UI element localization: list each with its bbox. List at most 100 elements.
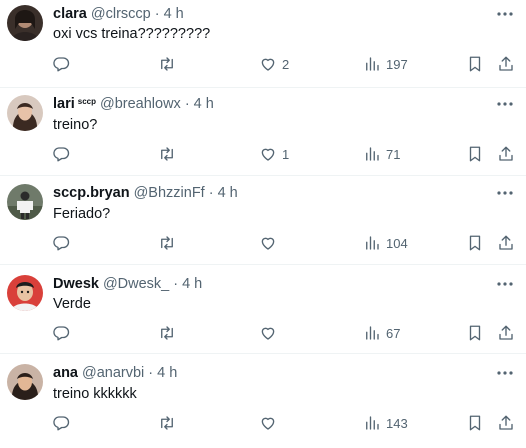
tweet-5[interactable]: ana @anarvbi · 4 h treino kkkkkk 143 <box>0 354 526 448</box>
tweet-2[interactable]: lari sccp @breahlowx · 4 h treino? 1 71 <box>0 88 526 176</box>
user-handle[interactable]: @Dwesk_ <box>103 276 169 292</box>
heart-icon <box>261 327 275 340</box>
display-name[interactable]: Dwesk <box>53 276 99 292</box>
heart-icon <box>261 58 275 71</box>
heart-icon <box>261 237 275 250</box>
share-button[interactable] <box>497 143 515 165</box>
timestamp[interactable]: 4 h <box>157 365 177 381</box>
bookmark-button[interactable] <box>466 53 484 75</box>
tweet-4[interactable]: Dwesk @Dwesk_ · 4 h Verde 67 <box>0 265 526 354</box>
view-count: 197 <box>386 56 408 72</box>
retweet-button[interactable] <box>158 143 176 165</box>
like-count: 2 <box>282 56 290 72</box>
views-icon <box>366 236 379 250</box>
tweet-text: Verde <box>53 296 91 312</box>
user-handle[interactable]: @BhzzinFf <box>134 185 205 201</box>
timestamp[interactable]: 4 h <box>164 6 184 22</box>
retweet-button[interactable] <box>158 412 176 434</box>
reply-icon <box>53 416 70 431</box>
like-button[interactable]: 1 <box>259 143 289 165</box>
tweet-header: ana @anarvbi · 4 h <box>53 363 177 383</box>
tweet-1[interactable]: clara @clrsccp · 4 h oxi vcs treina?????… <box>0 0 526 88</box>
like-button[interactable] <box>259 232 282 254</box>
tweet-header: Dwesk @Dwesk_ · 4 h <box>53 274 202 294</box>
views-button[interactable]: 104 <box>363 232 408 254</box>
views-icon <box>366 147 379 161</box>
tweet-text: treino? <box>53 117 98 133</box>
bookmark-button[interactable] <box>466 232 484 254</box>
bookmark-icon <box>469 235 481 251</box>
avatar[interactable] <box>7 95 43 131</box>
bookmark-icon <box>469 415 481 431</box>
avatar[interactable] <box>7 5 43 41</box>
views-button[interactable]: 67 <box>363 322 400 344</box>
retweet-button[interactable] <box>158 322 176 344</box>
user-handle[interactable]: @breahlowx <box>100 96 181 112</box>
reply-icon <box>53 57 70 72</box>
tweet-header: sccp.bryan @BhzzinFf · 4 h <box>53 183 238 203</box>
more-icon[interactable] <box>494 4 516 24</box>
user-handle[interactable]: @anarvbi <box>82 365 144 381</box>
avatar[interactable] <box>7 184 43 220</box>
reply-button[interactable] <box>52 143 70 165</box>
tweet-text: treino kkkkkk <box>53 386 137 402</box>
bookmark-button[interactable] <box>466 143 484 165</box>
like-button[interactable] <box>259 412 282 434</box>
share-button[interactable] <box>497 412 515 434</box>
views-icon <box>366 326 379 340</box>
views-button[interactable]: 143 <box>363 412 408 434</box>
avatar[interactable] <box>7 275 43 311</box>
display-name[interactable]: sccp.bryan <box>53 185 130 201</box>
timestamp[interactable]: 4 h <box>194 96 214 112</box>
share-button[interactable] <box>497 53 515 75</box>
bookmark-button[interactable] <box>466 412 484 434</box>
reply-feed: clara @clrsccp · 4 h oxi vcs treina?????… <box>0 0 526 448</box>
share-icon <box>499 56 513 71</box>
views-button[interactable]: 71 <box>363 143 400 165</box>
action-bar: 1 71 <box>0 143 526 165</box>
timestamp[interactable]: 4 h <box>218 185 238 201</box>
user-handle[interactable]: @clrsccp <box>91 6 151 22</box>
like-button[interactable] <box>259 322 282 344</box>
retweet-icon <box>161 57 173 71</box>
share-icon <box>499 415 513 430</box>
like-button[interactable]: 2 <box>259 53 289 75</box>
avatar[interactable] <box>7 364 43 400</box>
views-icon <box>366 416 379 430</box>
bookmark-icon <box>469 325 481 341</box>
reply-icon <box>53 326 70 341</box>
tweet-text: Feriado? <box>53 206 111 222</box>
timestamp[interactable]: 4 h <box>182 276 202 292</box>
more-icon[interactable] <box>494 363 516 383</box>
tweet-3[interactable]: sccp.bryan @BhzzinFf · 4 h Feriado? 104 <box>0 176 526 265</box>
retweet-button[interactable] <box>158 232 176 254</box>
display-name[interactable]: ana <box>53 365 78 381</box>
view-count: 67 <box>386 325 401 341</box>
share-button[interactable] <box>497 322 515 344</box>
share-button[interactable] <box>497 232 515 254</box>
bookmark-button[interactable] <box>466 322 484 344</box>
view-count: 71 <box>386 146 401 162</box>
bookmark-icon <box>469 56 481 72</box>
share-icon <box>499 325 513 340</box>
retweet-icon <box>161 416 173 430</box>
display-name[interactable]: clara <box>53 6 87 22</box>
reply-button[interactable] <box>52 322 70 344</box>
more-icon[interactable] <box>494 94 516 114</box>
action-bar: 143 <box>0 412 526 434</box>
display-name[interactable]: lari <box>53 96 75 112</box>
view-count: 104 <box>386 235 408 251</box>
separator-dot: · <box>184 96 190 112</box>
more-icon[interactable] <box>494 274 516 294</box>
more-icon[interactable] <box>494 183 516 203</box>
retweet-button[interactable] <box>158 53 176 75</box>
bookmark-icon <box>469 146 481 162</box>
views-button[interactable]: 197 <box>363 53 408 75</box>
reply-button[interactable] <box>52 232 70 254</box>
like-count: 1 <box>282 146 290 162</box>
reply-button[interactable] <box>52 412 70 434</box>
reply-button[interactable] <box>52 53 70 75</box>
view-count: 143 <box>386 415 408 431</box>
share-icon <box>499 146 513 161</box>
name-badge: sccp <box>77 96 96 106</box>
